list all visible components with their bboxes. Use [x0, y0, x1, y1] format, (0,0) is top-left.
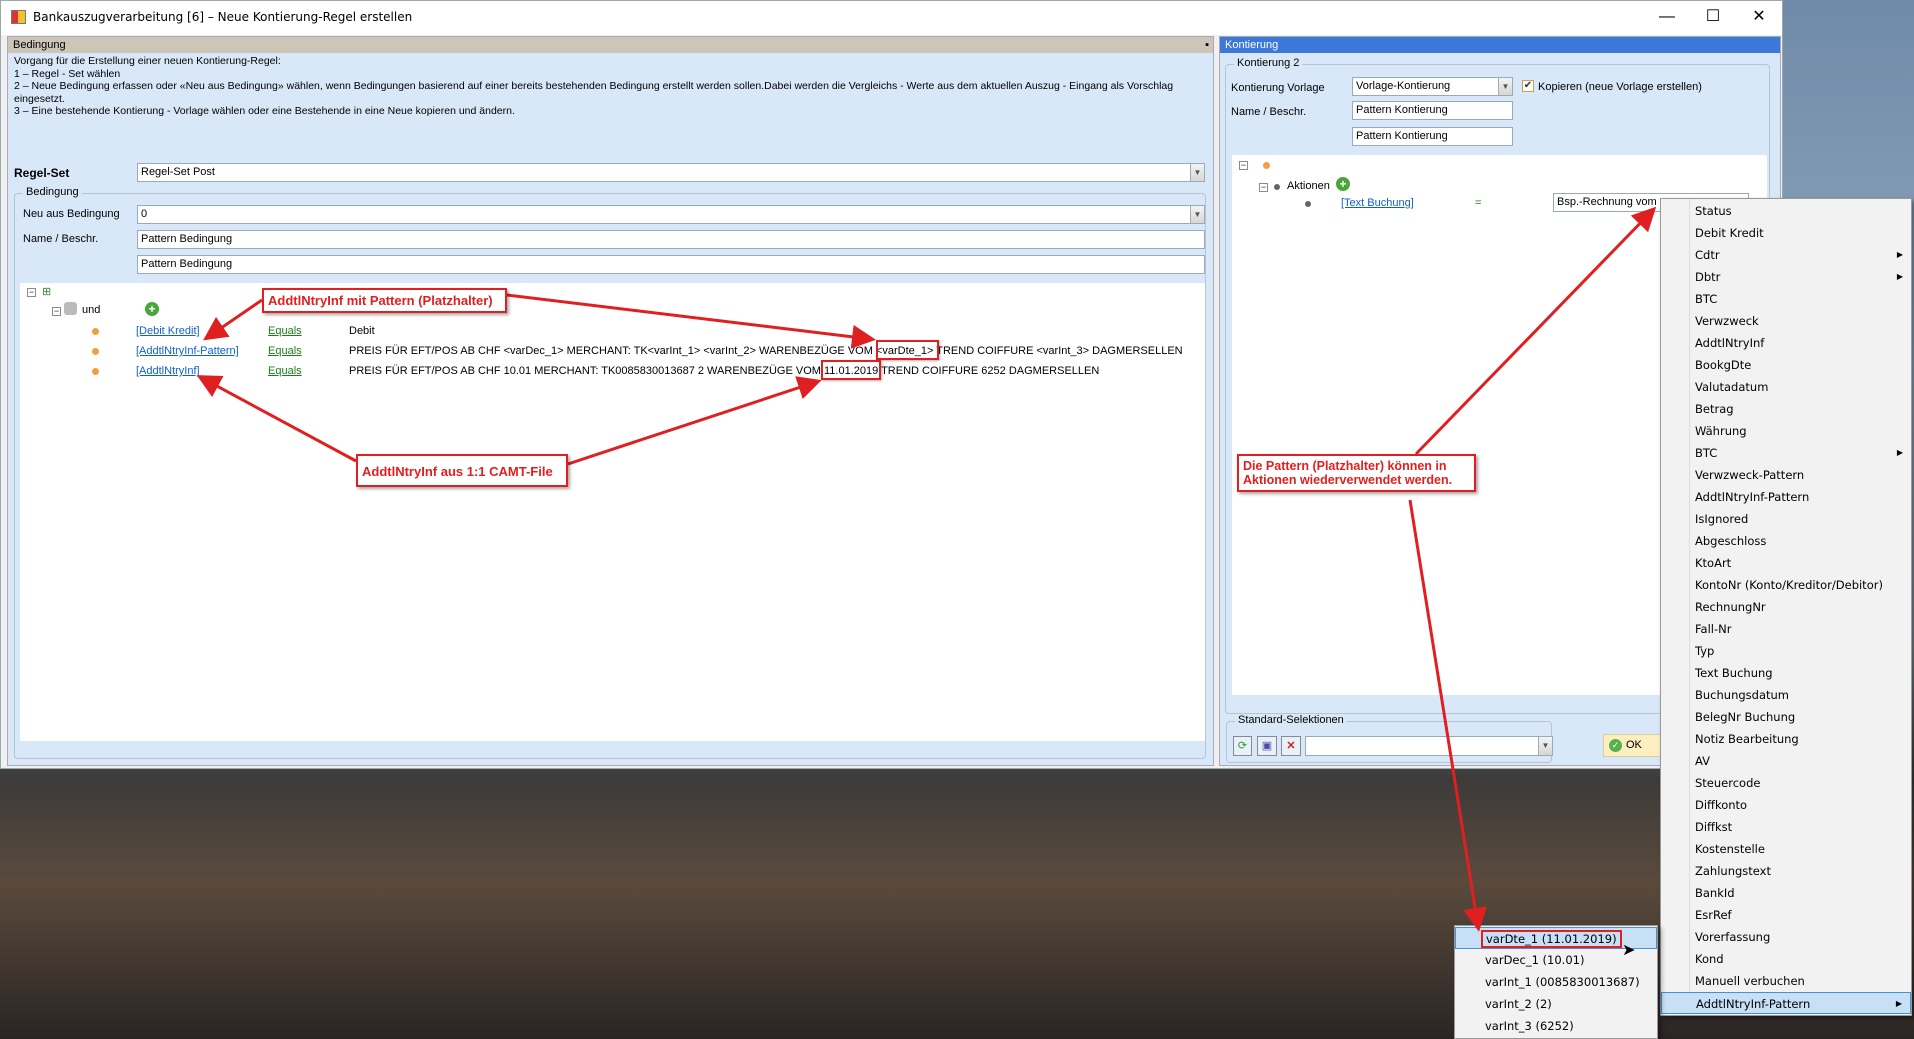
annotation-camt: AddtlNtryInf aus 1:1 CAMT-File [356, 454, 568, 487]
annotation-pattern: AddtlNtryInf mit Pattern (Platzhalter) [262, 288, 507, 313]
arrow [506, 293, 876, 349]
arrow [196, 375, 357, 463]
arrow [203, 298, 263, 341]
annotation-arrows [196, 206, 1657, 932]
arrow [1414, 206, 1657, 456]
mouse-cursor-icon: ➤ [1622, 942, 1636, 959]
arrow [567, 376, 822, 466]
annotation-reuse: Die Pattern (Platzhalter) können in Akti… [1237, 454, 1476, 492]
arrow [1408, 499, 1488, 932]
